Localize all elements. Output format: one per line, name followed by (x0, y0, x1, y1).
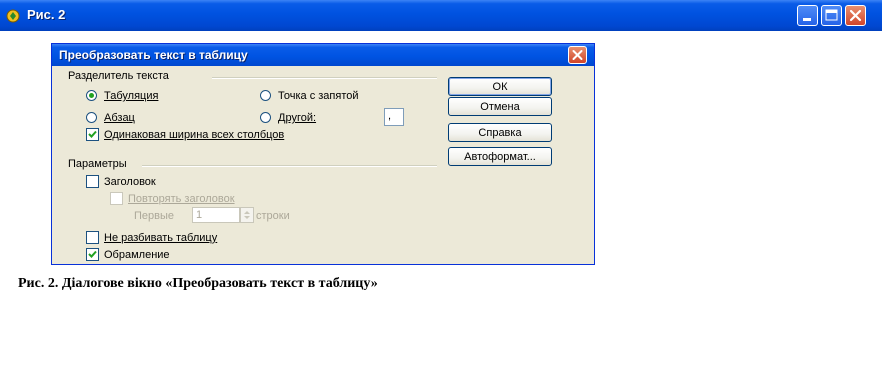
checkmark-icon (88, 250, 97, 258)
window-title: Рис. 2 (27, 7, 66, 22)
separator-group-label: Разделитель текста (68, 70, 169, 82)
checkmark-icon (88, 130, 97, 138)
checkbox-equal-width-label: Одинаковая ширина всех столбцов (104, 129, 285, 141)
checkbox-header-label: Заголовок (104, 176, 156, 188)
convert-text-to-table-dialog: Преобразовать текст в таблицу Разделител… (51, 43, 595, 265)
autoformat-button[interactable]: Автоформат... (448, 147, 552, 166)
rows-suffix-label: строки (256, 210, 290, 222)
minimize-button[interactable] (797, 5, 818, 26)
app-icon (6, 9, 20, 23)
checkbox-no-split-box[interactable] (86, 231, 99, 244)
dialog-close-button[interactable] (568, 46, 587, 64)
radio-tab-label: Табуляция (104, 90, 159, 102)
first-rows-label: Первые (134, 210, 175, 222)
checkbox-no-split-label: Не разбивать таблицу (104, 232, 218, 244)
minimize-icon (803, 18, 811, 21)
window-titlebar[interactable]: Рис. 2 (0, 0, 882, 31)
first-rows-spinner[interactable] (240, 207, 254, 223)
radio-semicolon-indicator[interactable] (260, 90, 271, 101)
checkbox-border-label: Обрамление (104, 249, 170, 261)
checkbox-header-box[interactable] (86, 175, 99, 188)
close-icon (849, 9, 862, 22)
window-close-button[interactable] (845, 5, 866, 26)
close-icon (572, 50, 583, 60)
maximize-icon (825, 9, 838, 21)
maximize-button[interactable] (821, 5, 842, 26)
cancel-button[interactable]: Отмена (448, 97, 552, 116)
checkbox-equal-width-box[interactable] (86, 128, 99, 141)
checkbox-border-box[interactable] (86, 248, 99, 261)
first-rows-input[interactable]: 1 (192, 207, 240, 223)
other-separator-input[interactable]: , (384, 108, 404, 126)
params-group-label: Параметры (68, 158, 127, 170)
radio-paragraph-indicator[interactable] (86, 112, 97, 123)
spinner-arrows-icon (244, 211, 250, 219)
ok-button[interactable]: ОК (448, 77, 552, 96)
radio-other-indicator[interactable] (260, 112, 271, 123)
radio-other-label: Другой: (278, 112, 317, 124)
dialog-titlebar[interactable]: Преобразовать текст в таблицу (52, 44, 594, 66)
help-button[interactable]: Справка (448, 123, 552, 142)
figure-caption: Рис. 2. Діалогове вікно «Преобразовать т… (18, 276, 378, 291)
dialog-title: Преобразовать текст в таблицу (59, 48, 248, 62)
checkbox-repeat-header-label: Повторять заголовок (128, 193, 235, 205)
radio-semicolon-label: Точка с запятой (278, 90, 359, 102)
checkbox-repeat-header-box[interactable] (110, 192, 123, 205)
params-group-divider (142, 165, 437, 167)
radio-tab-indicator[interactable] (86, 90, 97, 101)
radio-paragraph-label: Абзац (104, 112, 135, 124)
separator-group-divider (212, 77, 437, 79)
